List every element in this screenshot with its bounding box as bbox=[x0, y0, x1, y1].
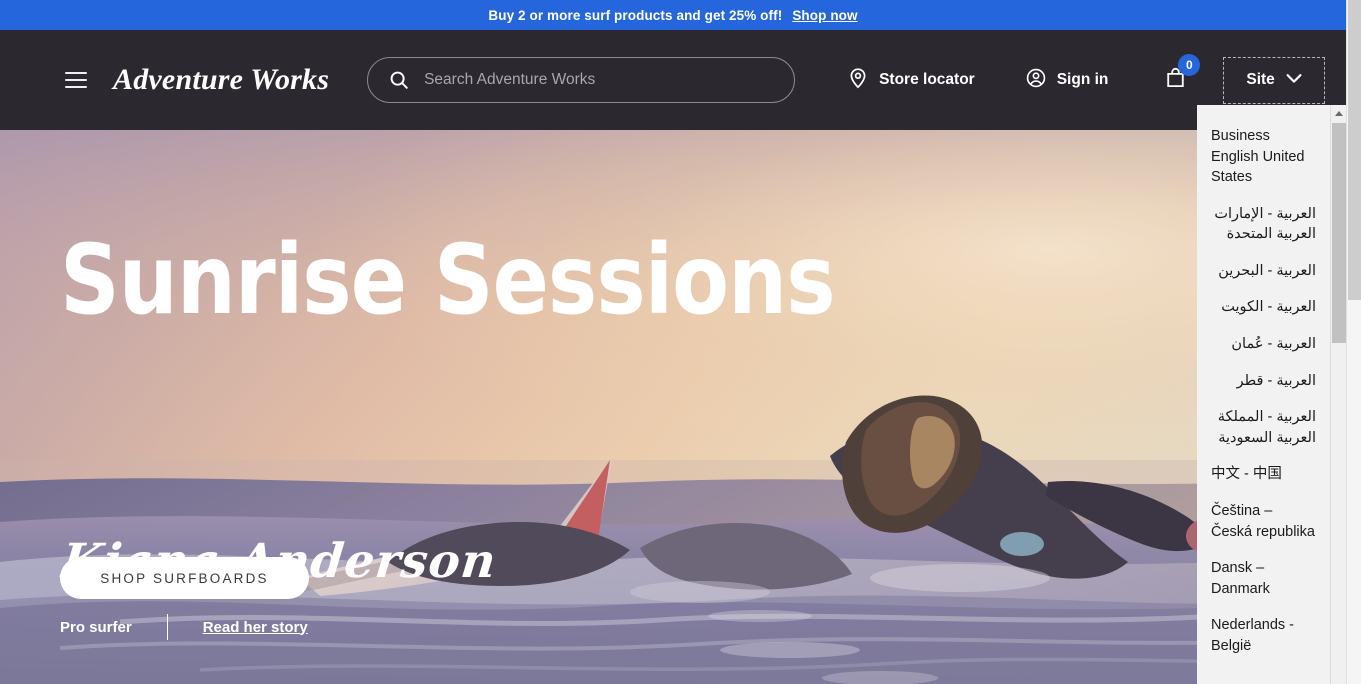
location-pin-icon bbox=[847, 67, 869, 94]
arrow-up-glyph bbox=[1335, 111, 1343, 116]
site-option[interactable]: 中文 - 中国 bbox=[1197, 456, 1330, 493]
site-option[interactable]: العربية - البحرين bbox=[1197, 253, 1330, 290]
site-option[interactable]: Business English United States bbox=[1197, 118, 1330, 196]
site-selector-label: Site bbox=[1246, 71, 1275, 88]
hero-banner: Sunrise Sessions Kiana Anderson Pro surf… bbox=[0, 130, 1346, 684]
hamburger-bar bbox=[65, 72, 87, 74]
search-box[interactable] bbox=[367, 57, 796, 103]
site-selector-dropdown: Business English United States العربية - … bbox=[1197, 105, 1346, 684]
page-scrollbar[interactable] bbox=[1346, 0, 1361, 684]
sign-in-label: Sign in bbox=[1056, 71, 1109, 88]
hero-meta: Pro surfer Read her story bbox=[60, 614, 308, 640]
store-locator-link[interactable]: Store locator bbox=[847, 67, 975, 94]
cart-count-badge: 0 bbox=[1178, 54, 1201, 76]
hamburger-bar bbox=[65, 86, 87, 88]
site-option[interactable]: العربية - الإمارات العربية المتحدة bbox=[1197, 196, 1330, 253]
store-locator-label: Store locator bbox=[879, 71, 975, 88]
site-option[interactable]: Nederlands - België bbox=[1197, 607, 1330, 664]
read-her-story-link[interactable]: Read her story bbox=[203, 619, 308, 636]
site-selector-button[interactable]: Site bbox=[1223, 56, 1325, 104]
site-option[interactable]: العربية - قطر bbox=[1197, 363, 1330, 400]
chevron-down-icon bbox=[1286, 71, 1302, 89]
cart-button[interactable]: 0 bbox=[1164, 54, 1201, 94]
site-option[interactable]: Dansk – Danmark bbox=[1197, 550, 1330, 607]
hero-content: Sunrise Sessions Kiana Anderson Pro surf… bbox=[59, 130, 960, 684]
site-header: Adventure Works Store locato bbox=[0, 30, 1346, 130]
site-option[interactable]: Čeština – Česká republika bbox=[1197, 493, 1330, 550]
account-circle-icon bbox=[1025, 67, 1047, 94]
search-icon bbox=[388, 69, 410, 91]
site-option-list: Business English United States العربية - … bbox=[1197, 105, 1330, 664]
promo-banner: Buy 2 or more surf products and get 25% … bbox=[0, 0, 1346, 30]
page-root: Buy 2 or more surf products and get 25% … bbox=[0, 0, 1361, 684]
dropdown-scrollbar[interactable] bbox=[1330, 105, 1346, 684]
shop-surfboards-button[interactable]: SHOP SURFBOARDS bbox=[60, 557, 309, 599]
scroll-up-arrow-icon[interactable] bbox=[1331, 105, 1346, 122]
search-input[interactable] bbox=[424, 71, 785, 89]
promo-banner-text: Buy 2 or more surf products and get 25% … bbox=[488, 7, 783, 23]
promo-shop-now-link[interactable]: Shop now bbox=[792, 8, 857, 23]
brand-logo[interactable]: Adventure Works bbox=[113, 63, 329, 97]
site-option[interactable]: العربية - عُمان bbox=[1197, 326, 1330, 363]
hamburger-menu-icon[interactable] bbox=[65, 72, 87, 88]
dropdown-scroll-thumb[interactable] bbox=[1332, 123, 1346, 343]
hero-meta-divider bbox=[166, 614, 168, 640]
browser-viewport: Buy 2 or more surf products and get 25% … bbox=[0, 0, 1346, 684]
hero-role-label: Pro surfer bbox=[60, 618, 132, 636]
page-scroll-thumb[interactable] bbox=[1348, 0, 1361, 300]
sign-in-link[interactable]: Sign in bbox=[1025, 67, 1109, 94]
site-option[interactable]: العربية - المملكة العربية السعودية bbox=[1197, 399, 1330, 456]
hamburger-bar bbox=[65, 79, 87, 81]
hero-title: Sunrise Sessions bbox=[60, 224, 836, 336]
site-option[interactable]: العربية - الكويت bbox=[1197, 289, 1330, 326]
